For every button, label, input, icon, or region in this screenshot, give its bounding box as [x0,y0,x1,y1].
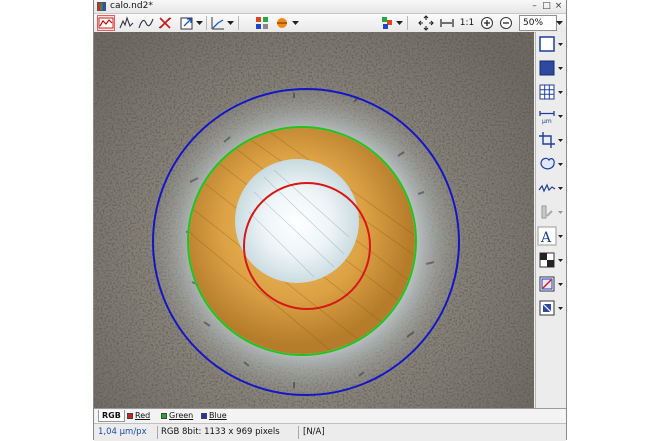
fit-width-icon[interactable] [439,15,455,31]
blue-swatch [201,412,207,419]
tab-rgb[interactable]: RGB [98,410,125,422]
calibration-readout: 1,04 µm/px [98,427,147,437]
layers-icon[interactable] [537,250,565,270]
zoom-in-icon[interactable] [479,15,495,31]
close-button[interactable]: × [553,1,564,12]
tab-blue[interactable]: Blue [198,410,230,422]
window-title: calo.nd2* [110,1,153,11]
rgb-image-icon [97,2,106,11]
edit-icon[interactable] [537,202,565,222]
minimize-button[interactable]: – [529,1,540,12]
profile-icon[interactable] [537,178,565,198]
rectangle-icon[interactable] [537,34,565,54]
image-toolbar: 1:1 50% [94,14,566,33]
auto-scale-icon[interactable] [179,15,195,31]
binary-icon[interactable] [537,298,565,318]
color-layers-icon[interactable] [379,15,395,31]
fit-to-screen-icon[interactable] [418,15,434,31]
filled-rectangle-icon[interactable] [537,58,565,78]
channels-view-button[interactable] [97,15,115,31]
tab-red[interactable]: Red [124,410,153,422]
histogram-icon[interactable] [119,15,135,31]
chevron-down-icon[interactable] [292,15,299,31]
shape-icon[interactable] [537,154,565,174]
tab-green[interactable]: Green [158,410,196,422]
image-document-window: calo.nd2* – □ × 1:1 50% µm A RGB Red Gre… [93,0,567,441]
zoom-out-icon[interactable] [498,15,514,31]
curve-icon[interactable] [138,15,154,31]
channel-colors-icon[interactable] [254,15,270,31]
chevron-down-icon[interactable] [396,15,403,31]
image-canvas[interactable] [94,32,534,408]
zoom-select[interactable]: 50% [519,15,557,31]
maximize-button[interactable]: □ [541,1,552,12]
chevron-down-icon[interactable] [227,15,234,31]
grid-icon[interactable] [537,82,565,102]
title-bar[interactable]: calo.nd2* – □ × [94,0,566,14]
clear-lut-icon[interactable] [157,15,173,31]
right-tool-palette: µm A [535,32,566,408]
chevron-down-icon[interactable] [556,15,563,31]
pixel-value-readout: [N/A] [303,427,325,437]
channel-tabs: RGB Red Green Blue [94,408,566,423]
crop-icon[interactable] [537,130,565,150]
red-swatch [127,412,133,419]
svg-text:A: A [540,230,552,246]
image-info-readout: RGB 8bit: 1133 x 969 pixels [161,427,280,437]
color-ball-icon[interactable] [274,15,290,31]
svg-text:µm: µm [542,118,552,125]
chevron-down-icon[interactable] [196,15,203,31]
measure-length-icon[interactable]: µm [537,106,565,126]
overlay-icon[interactable] [537,274,565,294]
zoom-1-to-1-button[interactable]: 1:1 [459,15,475,31]
text-annotation-icon[interactable]: A [537,226,565,246]
green-swatch [161,412,167,419]
lut-icon[interactable] [210,15,226,31]
status-bar: 1,04 µm/px RGB 8bit: 1133 x 969 pixels [… [94,423,566,441]
